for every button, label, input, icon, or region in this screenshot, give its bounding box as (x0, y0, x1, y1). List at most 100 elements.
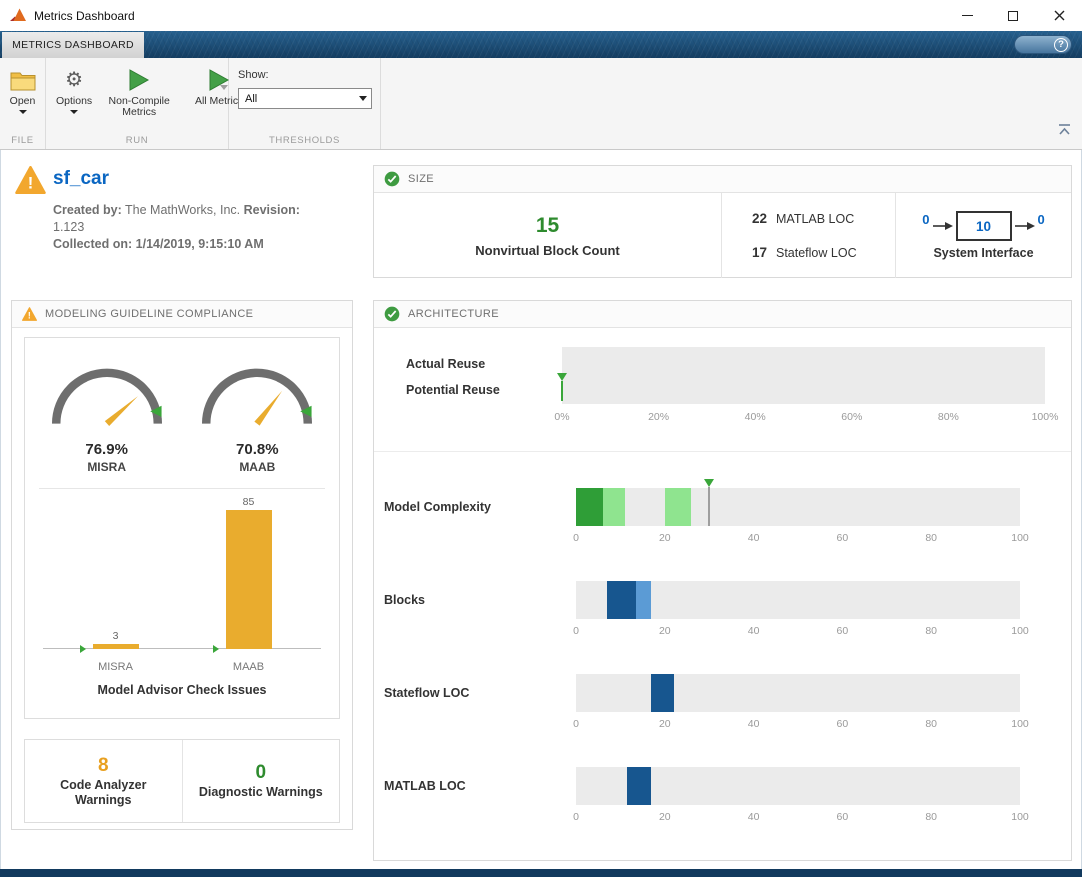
matlab-loc-row: 22 MATLAB LOC (749, 211, 854, 226)
matlab-loc-value: 22 (751, 211, 767, 227)
close-icon (1054, 10, 1064, 21)
bar-category-label: MISRA (98, 661, 133, 673)
axis-tick: 100 (1011, 625, 1029, 637)
compliance-panel-title: MODELING GUIDELINE COMPLIANCE (45, 308, 254, 320)
size-panel: SIZE 15 Nonvirtual Block Count 22 MATLAB… (373, 165, 1072, 278)
open-button-label: Open (9, 95, 36, 107)
axis-tick: 80 (925, 532, 938, 544)
complexity-threshold-marker-icon (703, 479, 715, 526)
size-panel-title: SIZE (408, 173, 435, 185)
axis-tick: 20 (658, 532, 671, 544)
svg-text:!: ! (28, 173, 34, 192)
axis-tick: 0 (573, 532, 579, 544)
warning-triangle-icon: ! (22, 307, 37, 321)
maximize-icon (1008, 10, 1018, 21)
minimize-ribbon-icon[interactable] (1057, 123, 1072, 141)
axis-tick: 80% (937, 411, 959, 423)
loc-metrics: 22 MATLAB LOC 17 Stateflow LOC (722, 193, 896, 278)
compliance-panel: ! MODELING GUIDELINE COMPLIANCE 76.9% MI… (11, 300, 353, 830)
model-collected-line: Collected on: 1/14/2019, 9:15:10 AM (53, 237, 264, 251)
axis-tick: 60 (836, 811, 849, 823)
reuse-marker-icon (556, 373, 568, 401)
model-metadata: Created by: The MathWorks, Inc. Revision… (53, 202, 353, 253)
axis-tick: 40% (744, 411, 766, 423)
interface-input-count: 0 (922, 211, 930, 227)
warning-count: 0 (255, 762, 267, 783)
warning-label: Code Analyzer Warnings (60, 777, 147, 807)
axis-tick: 80 (925, 625, 938, 637)
titlebar: Metrics Dashboard (0, 0, 1082, 31)
metric-track (576, 581, 1020, 619)
bar-value-label: 3 (112, 630, 119, 643)
gauge-maab: 70.8% MAAB (188, 354, 326, 474)
metric-segment (635, 581, 652, 619)
axis-tick: 40 (747, 811, 760, 823)
warning-triangle-icon: ! (15, 166, 46, 194)
reuse-chart: Actual Reuse Potential Reuse 0% 20% 40% … (404, 345, 1058, 441)
axis-tick: 0 (573, 811, 579, 823)
run-all-metrics-icon (207, 67, 231, 93)
metric-axis: 0 20 40 60 80 100 (573, 718, 1029, 730)
warnings-card: 8 Code Analyzer Warnings 0 Diagnostic Wa… (24, 739, 340, 823)
window-controls (944, 0, 1082, 31)
stateflow-loc-value: 17 (751, 244, 767, 260)
open-button[interactable]: Open (8, 67, 38, 114)
threshold-marker-icon (79, 645, 86, 653)
model-name-link[interactable]: sf_car (53, 168, 109, 190)
options-button[interactable]: ⚙ Options (54, 67, 94, 114)
options-button-label: Options (56, 95, 93, 107)
axis-tick: 100 (1011, 718, 1029, 730)
code-analyzer-warnings: 8 Code Analyzer Warnings (25, 740, 183, 822)
metric-segment (602, 488, 625, 526)
metric-segment (576, 488, 603, 526)
axis-tick: 40 (747, 625, 760, 637)
chevron-down-icon (358, 96, 367, 101)
run-non-compile-icon (127, 67, 151, 93)
arrow-right-icon (1014, 222, 1035, 230)
reuse-track (562, 347, 1045, 404)
axis-tick: 0% (554, 411, 570, 423)
axis-tick: 0 (573, 718, 579, 730)
reuse-row-label: Actual Reuse (406, 357, 486, 371)
help-button[interactable]: ? (1014, 35, 1072, 54)
non-compile-metrics-button[interactable]: Non-Compile Metrics (104, 67, 174, 118)
model-revision-value: 1.123 (53, 220, 85, 234)
model-created-line: Created by: The MathWorks, Inc. Revision… (53, 203, 300, 217)
interface-output-count: 0 (1037, 211, 1045, 227)
bar (225, 510, 272, 649)
green-check-icon (384, 306, 400, 322)
metric-track (576, 479, 1020, 526)
chevron-down-icon (18, 110, 27, 114)
interface-block: 10 (955, 211, 1012, 241)
section-label-thresholds: THRESHOLDS (269, 135, 340, 146)
warning-count: 8 (97, 754, 109, 776)
metric-segment (607, 581, 636, 619)
axis-tick: 40 (747, 718, 760, 730)
show-filter-group: Show: All (229, 67, 372, 109)
close-button[interactable] (1036, 0, 1082, 31)
dashboard-canvas: ! sf_car Created by: The MathWorks, Inc.… (0, 150, 1082, 869)
nonvirtual-count-value: 15 (535, 213, 560, 237)
ribbon-section-run: ⚙ Options Non-Compile Metrics All Metric… (46, 58, 243, 149)
axis-tick: 60 (836, 625, 849, 637)
stateflow-loc-row: 17 Stateflow LOC (749, 245, 857, 260)
green-check-icon (384, 171, 400, 187)
chevron-down-icon (70, 110, 79, 114)
show-dropdown[interactable]: All (238, 88, 372, 109)
reuse-axis: 0% 20% 40% 60% 80% 100% (554, 411, 1058, 425)
maximize-button[interactable] (990, 0, 1036, 31)
combo-arrow-button[interactable] (354, 89, 371, 108)
warning-label: Diagnostic Warnings (198, 785, 323, 799)
axis-tick: 100 (1011, 811, 1029, 823)
architecture-panel: ARCHITECTURE Actual Reuse Potential Reus… (373, 300, 1072, 861)
metric-track (576, 767, 1020, 805)
metric-label: Stateflow LOC (384, 686, 470, 700)
section-label-run: RUN (125, 135, 149, 146)
axis-tick: 0 (573, 625, 579, 637)
minimize-button[interactable] (944, 0, 990, 31)
axis-tick: 20 (658, 811, 671, 823)
metric-label: Blocks (384, 593, 425, 607)
tab-metrics-dashboard[interactable]: METRICS DASHBOARD (2, 32, 144, 58)
metric-axis: 0 20 40 60 80 100 (573, 532, 1029, 544)
metric-track (576, 674, 1020, 712)
